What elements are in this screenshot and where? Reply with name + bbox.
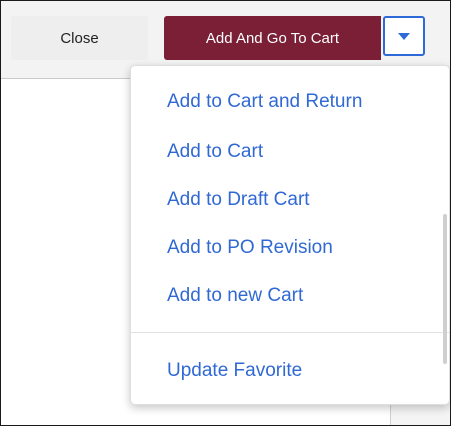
menu-item-add-to-po-revision[interactable]: Add to PO Revision <box>167 232 333 264</box>
add-and-go-to-cart-button[interactable]: Add And Go To Cart <box>164 16 381 60</box>
menu-item-update-favorite[interactable]: Update Favorite <box>167 355 302 387</box>
dropdown-toggle-button[interactable] <box>383 16 425 56</box>
dropdown-menu: Add to Cart and Return Add to Cart Add t… <box>130 65 450 405</box>
dialog-frame: Close Add And Go To Cart Add to Cart and… <box>0 0 451 426</box>
close-button[interactable]: Close <box>11 16 148 60</box>
menu-divider <box>131 332 449 333</box>
menu-item-add-to-cart-and-return[interactable]: Add to Cart and Return <box>167 86 362 118</box>
menu-item-add-to-draft-cart[interactable]: Add to Draft Cart <box>167 184 310 216</box>
menu-item-add-to-new-cart[interactable]: Add to new Cart <box>167 280 303 312</box>
menu-scrollbar[interactable] <box>443 214 447 364</box>
caret-down-icon <box>398 32 410 40</box>
menu-item-add-to-cart[interactable]: Add to Cart <box>167 136 263 168</box>
